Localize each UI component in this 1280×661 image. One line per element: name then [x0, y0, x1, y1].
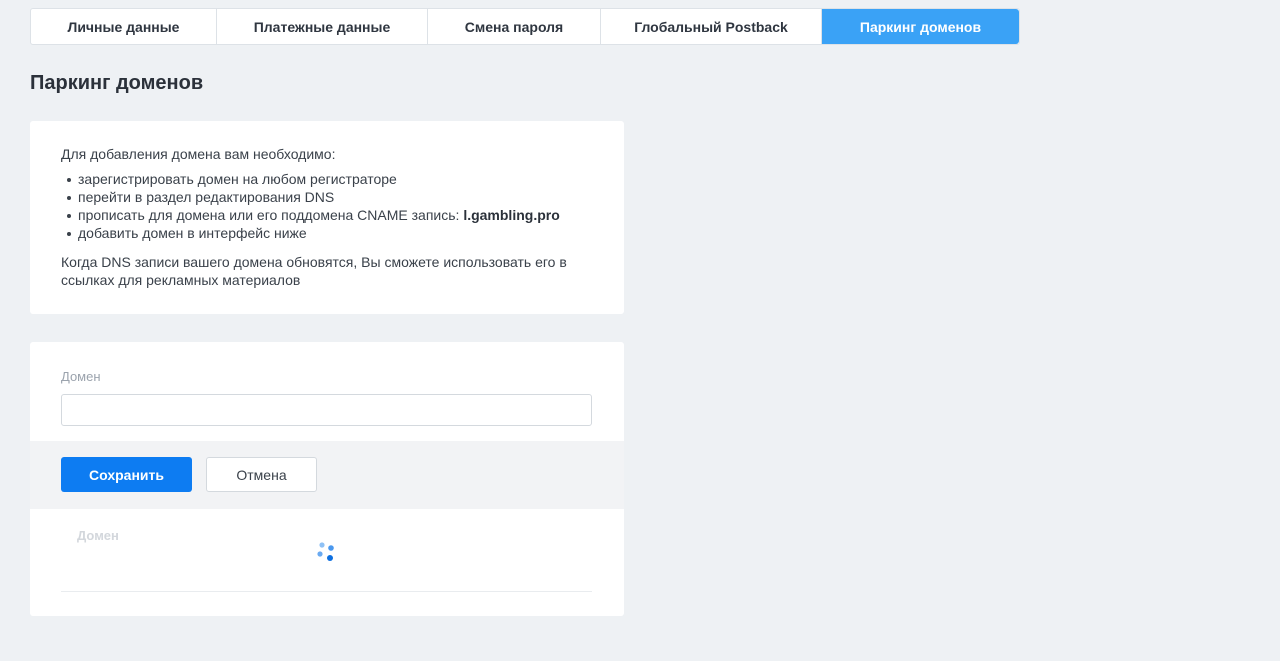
list-item: прописать для домена или его поддомена C… [61, 206, 593, 224]
tab-global-postback[interactable]: Глобальный Postback [601, 9, 822, 44]
list-item: добавить домен в интерфейс ниже [61, 224, 593, 242]
tab-payment-data[interactable]: Платежные данные [217, 9, 428, 44]
cname-value: l.gambling.pro [463, 207, 560, 223]
table-divider [61, 591, 592, 592]
step-text: прописать для домена или его поддомена C… [78, 207, 464, 223]
list-item: зарегистрировать домен на любом регистра… [61, 170, 593, 188]
instructions-list: зарегистрировать домен на любом регистра… [61, 170, 593, 242]
list-item: перейти в раздел редактирования DNS [61, 188, 593, 206]
tab-personal-data[interactable]: Личные данные [31, 9, 217, 44]
page-title: Паркинг доменов [30, 72, 204, 94]
cancel-button[interactable]: Отмена [206, 457, 317, 492]
tab-domain-parking[interactable]: Паркинг доменов [822, 9, 1019, 44]
instructions-intro: Для добавления домена вам необходимо: [61, 146, 336, 162]
form-actions: Сохранить Отмена [30, 441, 624, 509]
step-text: зарегистрировать домен на любом регистра… [78, 171, 397, 187]
domain-input[interactable] [61, 394, 592, 426]
step-text: добавить домен в интерфейс ниже [78, 225, 307, 241]
settings-tabs: Личные данные Платежные данные Смена пар… [30, 8, 1020, 45]
domain-form-card: Домен Сохранить Отмена Домен [30, 342, 624, 616]
domain-field-label: Домен [61, 369, 101, 384]
instructions-card: Для добавления домена вам необходимо: за… [30, 121, 624, 314]
step-text: перейти в раздел редактирования DNS [78, 189, 335, 205]
table-header-domain: Домен [77, 528, 119, 543]
save-button[interactable]: Сохранить [61, 457, 192, 492]
loading-spinner-icon [317, 542, 334, 561]
tab-change-password[interactable]: Смена пароля [428, 9, 601, 44]
instructions-note: Когда DNS записи вашего домена обновятся… [61, 254, 567, 288]
